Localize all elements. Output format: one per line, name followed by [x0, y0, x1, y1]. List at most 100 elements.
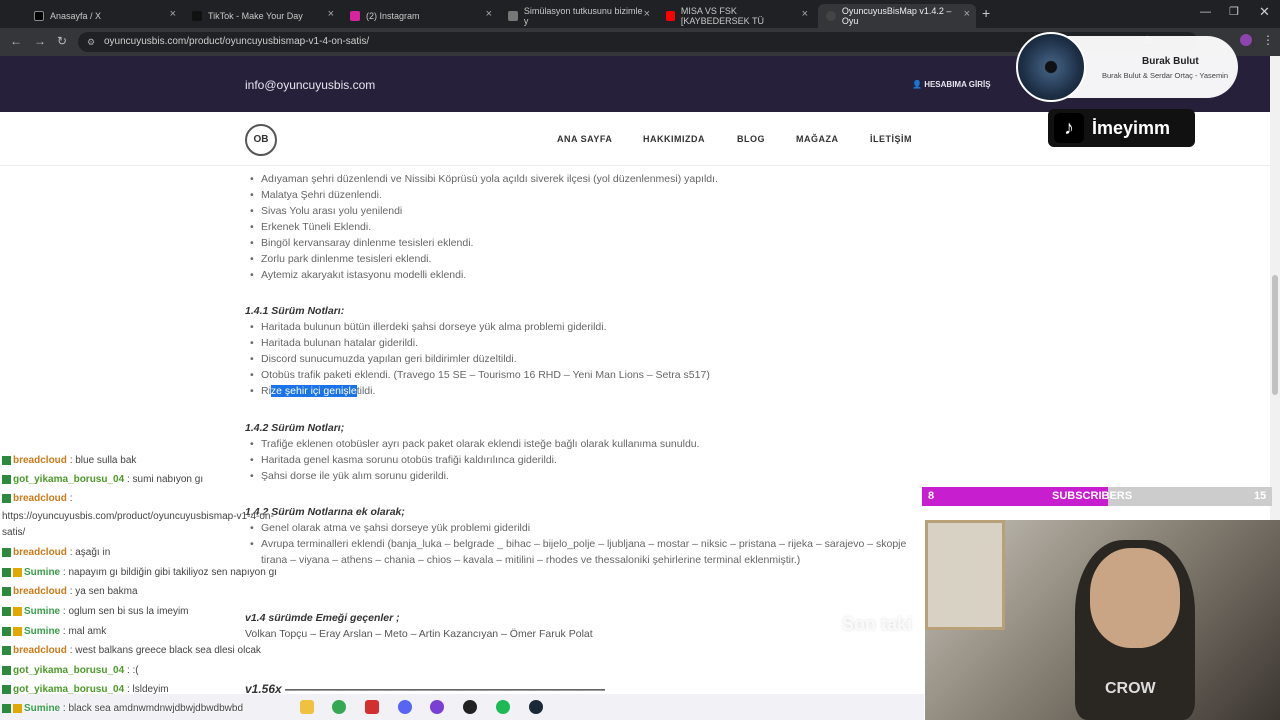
scrollbar-thumb[interactable]	[1272, 275, 1278, 395]
mod-badge-icon	[2, 606, 11, 616]
section-heading: 1.4.2 Sürüm Notları;	[245, 422, 345, 434]
mod-badge-icon	[2, 567, 11, 577]
chat-text: : west balkans greece black sea dlesi ol…	[69, 645, 261, 656]
forward-icon[interactable]: →	[34, 34, 46, 48]
profile-avatar[interactable]	[1240, 34, 1252, 46]
chrome-icon[interactable]	[332, 700, 346, 714]
minimize-icon[interactable]: —	[1200, 6, 1211, 18]
youtube-logo-icon	[666, 11, 675, 21]
credits-text: Volkan Topçu – Eray Arslan – Meto – Arti…	[245, 628, 593, 640]
file-explorer-icon[interactable]	[300, 700, 314, 714]
list-item: Trafiğe eklenen otobüsler ayrı pack pake…	[250, 438, 700, 450]
winrar-icon[interactable]	[365, 700, 379, 714]
list-item: Avrupa terminalleri eklendi (banja_luka …	[250, 538, 924, 550]
chat-text: : aşağı in	[69, 547, 111, 558]
chat-user: breadcloud	[13, 493, 67, 504]
nav-contact[interactable]: İLETİŞİM	[870, 134, 912, 144]
account-label: HESABIMA GİRİŞ	[924, 80, 991, 89]
url-text: oyuncuyusbis.com/product/oyuncuyusbismap…	[104, 36, 370, 47]
nav-blog[interactable]: BLOG	[737, 134, 765, 144]
chat-user: Sumine	[24, 703, 61, 714]
new-tab-icon[interactable]: +	[982, 5, 990, 21]
list-item: Sivas Yolu arası yolu yenilendi	[250, 205, 402, 217]
chat-user: Sumine	[24, 606, 61, 617]
restore-icon[interactable]: ❐	[1229, 5, 1239, 18]
tab-simulasyon[interactable]: Simülasyon tutkusunu bizimle y ×	[500, 4, 656, 28]
app-icon[interactable]	[463, 700, 477, 714]
tab-label: Simülasyon tutkusunu bizimle y	[523, 6, 643, 26]
mod-badge-icon	[2, 586, 11, 596]
tab-tiktok[interactable]: TikTok - Make Your Day ×	[184, 4, 340, 28]
steam-icon[interactable]	[529, 700, 543, 714]
nav-home[interactable]: ANA SAYFA	[557, 134, 612, 144]
chat-link[interactable]: https://oyuncuyusbis.com/product/oyuncuy…	[2, 511, 274, 522]
account-link[interactable]: 👤 HESABIMA GİRİŞ	[912, 80, 991, 89]
wall-poster	[925, 520, 1005, 630]
chat-user: Sumine	[24, 626, 61, 637]
close-icon[interactable]: ×	[644, 8, 650, 20]
mod-badge-icon	[2, 455, 11, 465]
chat-message: Sumine : black sea amdnwmdnwjdbwjdbwdbwb…	[2, 703, 243, 714]
site-info-icon[interactable]: ⚙	[87, 32, 95, 52]
list-item: Aytemiz akaryakıt istasyonu modelli ekle…	[250, 269, 466, 281]
subscriber-count: 8	[928, 490, 935, 502]
list-item: Erkenek Tüneli Eklendi.	[250, 221, 371, 233]
song-artist: Burak Bulut & Serdar Ortaç - Yasemin	[1102, 71, 1229, 80]
list-item-selected: Rize şehir içi genişletildi.	[250, 385, 375, 397]
chat-text: :	[69, 493, 73, 504]
list-item: Malatya Şehri düzenlendi.	[250, 189, 382, 201]
chat-message: got_yikama_borusu_04 : :(	[2, 665, 139, 676]
vinyl-record-icon	[1016, 32, 1086, 102]
mod-badge-icon	[2, 547, 11, 557]
discord-icon[interactable]	[398, 700, 412, 714]
list-item: Otobüs trafik paketi eklendi. (Travego 1…	[250, 369, 710, 381]
chat-text: : ya sen bakma	[69, 586, 138, 597]
chat-text: : napayım gı bildiğin gibi takiliyoz sen…	[62, 567, 277, 578]
follower-alert-text: Son taki	[842, 614, 913, 634]
close-icon[interactable]: ×	[964, 8, 970, 20]
chat-message: Sumine : mal amk	[2, 626, 106, 637]
mod-badge-icon	[2, 684, 11, 694]
chat-message: satis/	[2, 527, 25, 538]
spotify-icon[interactable]	[496, 700, 510, 714]
chat-user: breadcloud	[13, 547, 67, 558]
chat-message: breadcloud :	[2, 493, 72, 504]
window-close-icon[interactable]: ✕	[1259, 4, 1270, 20]
chat-text: : mal amk	[62, 626, 107, 637]
mod-badge-icon	[2, 703, 11, 713]
instagram-logo-icon	[350, 11, 360, 21]
nav-shop[interactable]: MAĞAZA	[796, 134, 839, 144]
song-title: Burak Bulut	[1142, 56, 1199, 67]
close-icon[interactable]: ×	[328, 8, 334, 20]
list-item: Haritada genel kasma sorunu otobüs trafi…	[250, 454, 557, 466]
site-logo[interactable]: OB	[245, 124, 277, 156]
chat-user: got_yikama_borusu_04	[13, 665, 125, 676]
close-icon[interactable]: ×	[802, 8, 808, 20]
nav-about[interactable]: HAKKIMIZDA	[643, 134, 705, 144]
menu-dots-icon[interactable]: ⋮	[1262, 33, 1274, 47]
close-icon[interactable]: ×	[170, 8, 176, 20]
tab-youtube[interactable]: MISA VS FSK [KAYBEDERSEK TÜ ×	[658, 4, 814, 28]
site-logo-icon	[826, 11, 836, 21]
chat-message: https://oyuncuyusbis.com/product/oyuncuy…	[2, 511, 274, 522]
tab-oyuncuyusbis[interactable]: OyuncuyusBisMap v1.4.2 – Oyu ×	[818, 4, 976, 28]
sub-badge-icon	[13, 703, 22, 713]
tiktok-handle: İmeyimm	[1092, 118, 1171, 138]
section-heading: 1.4.1 Sürüm Notları:	[245, 305, 345, 317]
list-item: Bingöl kervansaray dinlenme tesisleri ek…	[250, 237, 473, 249]
reload-icon[interactable]: ↻	[57, 34, 67, 48]
subscriber-label: SUBSCRIBERS	[1052, 490, 1133, 502]
close-icon[interactable]: ×	[486, 8, 492, 20]
tab-x[interactable]: Anasayfa / X ×	[26, 4, 182, 28]
chat-link[interactable]: satis/	[2, 527, 25, 538]
chat-message: got_yikama_borusu_04 : sumi nabıyon gı	[2, 474, 203, 485]
chat-message: Sumine : napayım gı bildiğin gibi takili…	[2, 567, 277, 578]
tab-instagram[interactable]: (2) Instagram ×	[342, 4, 498, 28]
user-icon: 👤	[912, 80, 925, 89]
tiktok-logo-icon	[192, 11, 202, 21]
obs-icon[interactable]	[430, 700, 444, 714]
back-icon[interactable]: ←	[10, 34, 22, 48]
contact-email[interactable]: info@oyuncuyusbis.com	[245, 78, 375, 92]
tab-label: Anasayfa / X	[50, 11, 102, 21]
chat-text: : blue sulla bak	[69, 455, 137, 466]
